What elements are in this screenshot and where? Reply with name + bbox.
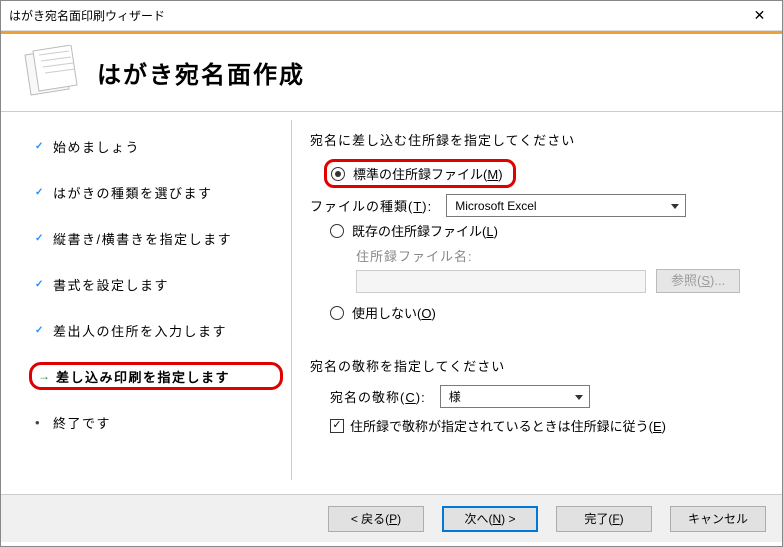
next-button[interactable]: 次へ(N) > [442, 506, 538, 532]
sidebar-item-label: 終了です [53, 413, 111, 432]
dropdown-value: 様 [449, 388, 461, 405]
honorific-dropdown[interactable]: 様 [440, 385, 590, 408]
cancel-button[interactable]: キャンセル [670, 506, 766, 532]
arrow-right-icon: → [38, 369, 56, 383]
check-icon: ✓ [35, 279, 53, 290]
sidebar-item-label: 差し込み印刷を指定します [56, 367, 230, 386]
close-icon: ✕ [754, 7, 766, 24]
wizard-header: はがき宛名面作成 [1, 34, 782, 112]
dropdown-value: Microsoft Excel [455, 199, 536, 213]
close-button[interactable]: ✕ [737, 1, 782, 30]
sidebar-item-type: ✓ はがきの種類を選びます [29, 178, 283, 206]
checkbox-icon: ✓ [330, 419, 344, 433]
check-icon: ✓ [35, 233, 53, 244]
finish-button[interactable]: 完了(F) [556, 506, 652, 532]
sidebar-item-finish: • 終了です [29, 408, 283, 436]
radio-existing-addressbook[interactable]: 既存の住所録ファイル(L) [330, 221, 764, 240]
wizard-body: ✓ 始めましょう ✓ はがきの種類を選びます ✓ 縦書き/横書きを指定します ✓… [1, 112, 782, 494]
sidebar-item-orientation: ✓ 縦書き/横書きを指定します [29, 224, 283, 252]
filetype-label: ファイルの種類(T): [310, 196, 432, 215]
check-icon: ✓ [35, 187, 53, 198]
document-icon [19, 45, 79, 101]
filetype-dropdown[interactable]: Microsoft Excel [446, 194, 686, 217]
section-heading-address: 宛名に差し込む住所録を指定してください [310, 130, 764, 149]
check-icon: ✓ [35, 325, 53, 336]
sidebar-item-label: 差出人の住所を入力します [53, 321, 227, 340]
sidebar-item-format: ✓ 書式を設定します [29, 270, 283, 298]
checkbox-label: 住所録で敬称が指定されているときは住所録に従う(E) [350, 416, 666, 435]
radio-icon [331, 167, 345, 181]
sidebar-item-sender: ✓ 差出人の住所を入力します [29, 316, 283, 344]
sidebar-item-label: 縦書き/横書きを指定します [53, 229, 232, 248]
existing-file-area: 住所録ファイル名: 参照(S)... [356, 246, 764, 293]
filetype-row: ファイルの種類(T): Microsoft Excel [310, 194, 764, 217]
sidebar-item-label: 書式を設定します [53, 275, 169, 294]
radio-label: 標準の住所録ファイル(M) [353, 164, 503, 183]
bullet-icon: • [35, 415, 53, 430]
window-title: はがき宛名面印刷ウィザード [9, 7, 165, 24]
existing-file-input [356, 270, 646, 293]
content-pane: 宛名に差し込む住所録を指定してください 標準の住所録ファイル(M) ファイルの種… [292, 112, 782, 494]
radio-label: 使用しない(O) [352, 303, 436, 322]
back-button[interactable]: < 戻る(P) [328, 506, 424, 532]
use-addressbook-honorific-checkbox[interactable]: ✓ 住所録で敬称が指定されているときは住所録に従う(E) [330, 416, 764, 435]
check-icon: ✓ [35, 141, 53, 152]
radio-icon [330, 224, 344, 238]
button-bar: < 戻る(P) 次へ(N) > 完了(F) キャンセル [1, 494, 782, 542]
titlebar: はがき宛名面印刷ウィザード ✕ [1, 1, 782, 31]
browse-button: 参照(S)... [656, 269, 740, 293]
radio-none[interactable]: 使用しない(O) [330, 303, 764, 322]
sidebar: ✓ 始めましょう ✓ はがきの種類を選びます ✓ 縦書き/横書きを指定します ✓… [1, 112, 291, 494]
sidebar-item-mailmerge: → 差し込み印刷を指定します [29, 362, 283, 390]
sidebar-item-start: ✓ 始めましょう [29, 132, 283, 160]
cancel-label: キャンセル [688, 510, 748, 527]
sidebar-item-label: はがきの種類を選びます [53, 183, 213, 202]
section-heading-honorific: 宛名の敬称を指定してください [310, 356, 764, 375]
existing-file-label: 住所録ファイル名: [356, 246, 750, 265]
radio-standard-addressbook[interactable]: 標準の住所録ファイル(M) [324, 159, 516, 188]
radio-label: 既存の住所録ファイル(L) [352, 221, 498, 240]
radio-icon [330, 306, 344, 320]
honorific-label: 宛名の敬称(C): [330, 387, 426, 406]
wizard-title: はがき宛名面作成 [97, 55, 305, 90]
sidebar-item-label: 始めましょう [53, 137, 140, 156]
